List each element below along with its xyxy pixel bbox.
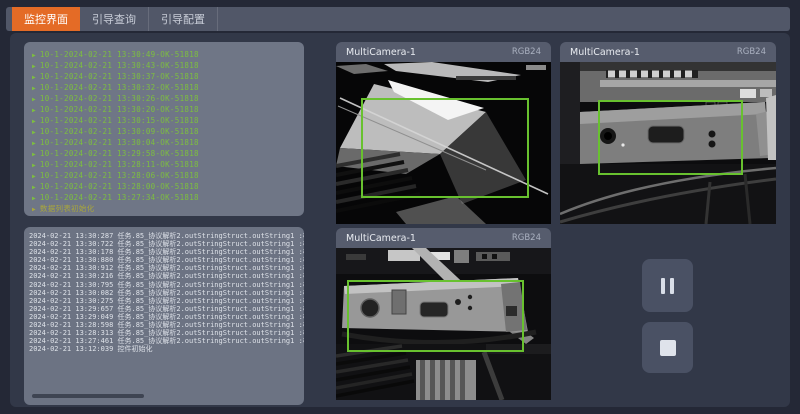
list-item: ▶ 10-1-2024-02-21 13:28:06-OK-51818: [32, 170, 304, 181]
list-item: ▶ 10-1-2024-02-21 13:28:00-OK-51818: [32, 181, 304, 192]
camera-pixel-format: RGB24: [737, 47, 766, 57]
log-line: 2024-02-21 13:27:461 任务.85_协议解析2.outStri…: [29, 337, 304, 345]
list-item: ▶ 10-1-2024-02-21 13:30:32-OK-51818: [32, 82, 304, 93]
arrow-icon: ▶: [32, 140, 36, 147]
list-item: ▶ 10-1-2024-02-21 13:30:49-OK-51818: [32, 49, 304, 60]
result-entry: 10-1-2024-02-21 13:30:15-OK-51818: [40, 116, 199, 125]
arrow-icon: ▶: [32, 129, 36, 136]
result-entry: 10-1-2024-02-21 13:30:37-OK-51818: [40, 72, 199, 81]
camera-3-header: MultiCamera-1 RGB24: [336, 228, 551, 248]
list-item: ▶ 10-1-2024-02-21 13:30:04-OK-51818: [32, 137, 304, 148]
result-entry: 10-1-2024-02-21 13:30:26-OK-51818: [40, 94, 199, 103]
list-item: ▶ 10-1-2024-02-21 13:30:37-OK-51818: [32, 71, 304, 82]
arrow-icon: ▶: [32, 74, 36, 81]
result-list-panel[interactable]: ▶ 10-1-2024-02-21 13:30:49-OK-51818 ▶ 10-1…: [24, 42, 304, 216]
result-entry: 10-1-2024-02-21 13:30:49-OK-51818: [40, 50, 199, 59]
list-item-init: ▶ 数据列表初始化: [32, 203, 304, 214]
list-item: ▶ 10-1-2024-02-21 13:30:26-OK-51818: [32, 93, 304, 104]
log-line: 2024-02-21 13:30:880 任务.85_协议解析2.outStri…: [29, 256, 304, 264]
log-line: 2024-02-21 13:29:049 任务.85_协议解析2.outStri…: [29, 313, 304, 321]
arrow-icon: ▶: [32, 184, 36, 191]
run-log-panel[interactable]: 2024-02-21 13:30:287 任务.85_协议解析2.outStri…: [24, 227, 304, 405]
log-line: 2024-02-21 13:30:216 任务.85_协议解析2.outStri…: [29, 272, 304, 280]
camera-2-header: MultiCamera-1 RGB24: [560, 42, 776, 62]
tab-guide-config[interactable]: 引导配置: [149, 7, 218, 31]
result-entry: 10-1-2024-02-21 13:27:34-OK-51818: [40, 193, 199, 202]
pause-button[interactable]: [642, 259, 693, 312]
result-entry: 10-1-2024-02-21 13:28:00-OK-51818: [40, 182, 199, 191]
log-line: 2024-02-21 13:28:313 任务.85_协议解析2.outStri…: [29, 329, 304, 337]
tab-guide-query[interactable]: 引导查询: [80, 7, 149, 31]
pause-icon: [661, 278, 674, 294]
result-entry: 10-1-2024-02-21 13:30:32-OK-51818: [40, 83, 199, 92]
result-entry: 数据列表初始化: [40, 204, 95, 213]
arrow-icon: ▶: [32, 151, 36, 158]
camera-1-image: [336, 62, 551, 224]
log-line: 2024-02-21 13:30:722 任务.85_协议解析2.outStri…: [29, 240, 304, 248]
arrow-icon: ▶: [32, 195, 36, 202]
arrow-icon: ▶: [32, 96, 36, 103]
arrow-icon: ▶: [32, 52, 36, 59]
list-item: ▶ 10-1-2024-02-21 13:29:58-OK-51818: [32, 148, 304, 159]
result-entry: 10-1-2024-02-21 13:30:43-OK-51818: [40, 61, 199, 70]
stop-button[interactable]: [642, 322, 693, 373]
log-line-init: 2024-02-21 13:12:039 控件初始化: [29, 345, 304, 353]
list-item: ▶ 10-1-2024-02-21 13:27:34-OK-51818: [32, 192, 304, 203]
camera-name: MultiCamera-1: [570, 47, 640, 58]
stop-icon: [660, 340, 676, 356]
arrow-icon: ▶: [32, 63, 36, 70]
result-entry: 10-1-2024-02-21 13:30:09-OK-51818: [40, 127, 199, 136]
arrow-icon: ▶: [32, 173, 36, 180]
camera-pixel-format: RGB24: [512, 47, 541, 57]
list-item: ▶ 10-1-2024-02-21 13:30:15-OK-51818: [32, 115, 304, 126]
horizontal-scrollbar-thumb[interactable]: [32, 394, 144, 398]
camera-view-3: MultiCamera-1 RGB24: [336, 228, 551, 400]
arrow-icon: ▶: [32, 118, 36, 125]
camera-view-1: MultiCamera-1 RGB24: [336, 42, 551, 224]
list-item: ▶ 10-1-2024-02-21 13:30:43-OK-51818: [32, 60, 304, 71]
camera-name: MultiCamera-1: [346, 233, 416, 244]
arrow-icon: ▶: [32, 107, 36, 114]
result-entry: 10-1-2024-02-21 13:29:58-OK-51818: [40, 149, 199, 158]
camera-1-header: MultiCamera-1 RGB24: [336, 42, 551, 62]
log-line: 2024-02-21 13:29:657 任务.85_协议解析2.outStri…: [29, 305, 304, 313]
list-item: ▶ 10-1-2024-02-21 13:30:20-OK-51818: [32, 104, 304, 115]
arrow-icon: ▶: [32, 85, 36, 92]
camera-3-image: [336, 248, 551, 400]
top-tab-bar: 监控界面 引导查询 引导配置: [6, 7, 790, 31]
log-line: 2024-02-21 13:30:082 任务.85_协议解析2.outStri…: [29, 289, 304, 297]
log-line: 2024-02-21 13:30:912 任务.85_协议解析2.outStri…: [29, 264, 304, 272]
log-line: 2024-02-21 13:30:795 任务.85_协议解析2.outStri…: [29, 281, 304, 289]
tab-monitor[interactable]: 监控界面: [12, 7, 80, 31]
log-line: 2024-02-21 13:30:287 任务.85_协议解析2.outStri…: [29, 232, 304, 240]
arrow-icon: ▶: [32, 162, 36, 169]
list-item: ▶ 10-1-2024-02-21 13:30:09-OK-51818: [32, 126, 304, 137]
result-entry: 10-1-2024-02-21 13:28:11-OK-51818: [40, 160, 199, 169]
list-item: ▶ 10-1-2024-02-21 13:28:11-OK-51818: [32, 159, 304, 170]
result-entry: 10-1-2024-02-21 13:30:20-OK-51818: [40, 105, 199, 114]
log-line: 2024-02-21 13:30:178 任务.85_协议解析2.outStri…: [29, 248, 304, 256]
camera-view-2: MultiCamera-1 RGB24: [560, 42, 776, 224]
log-line: 2024-02-21 13:28:598 任务.85_协议解析2.outStri…: [29, 321, 304, 329]
camera-2-image: [560, 62, 776, 224]
camera-pixel-format: RGB24: [512, 233, 541, 243]
camera-name: MultiCamera-1: [346, 47, 416, 58]
arrow-icon: ▶: [32, 206, 36, 213]
result-entry: 10-1-2024-02-21 13:30:04-OK-51818: [40, 138, 199, 147]
log-line: 2024-02-21 13:30:275 任务.85_协议解析2.outStri…: [29, 297, 304, 305]
result-entry: 10-1-2024-02-21 13:28:06-OK-51818: [40, 171, 199, 180]
